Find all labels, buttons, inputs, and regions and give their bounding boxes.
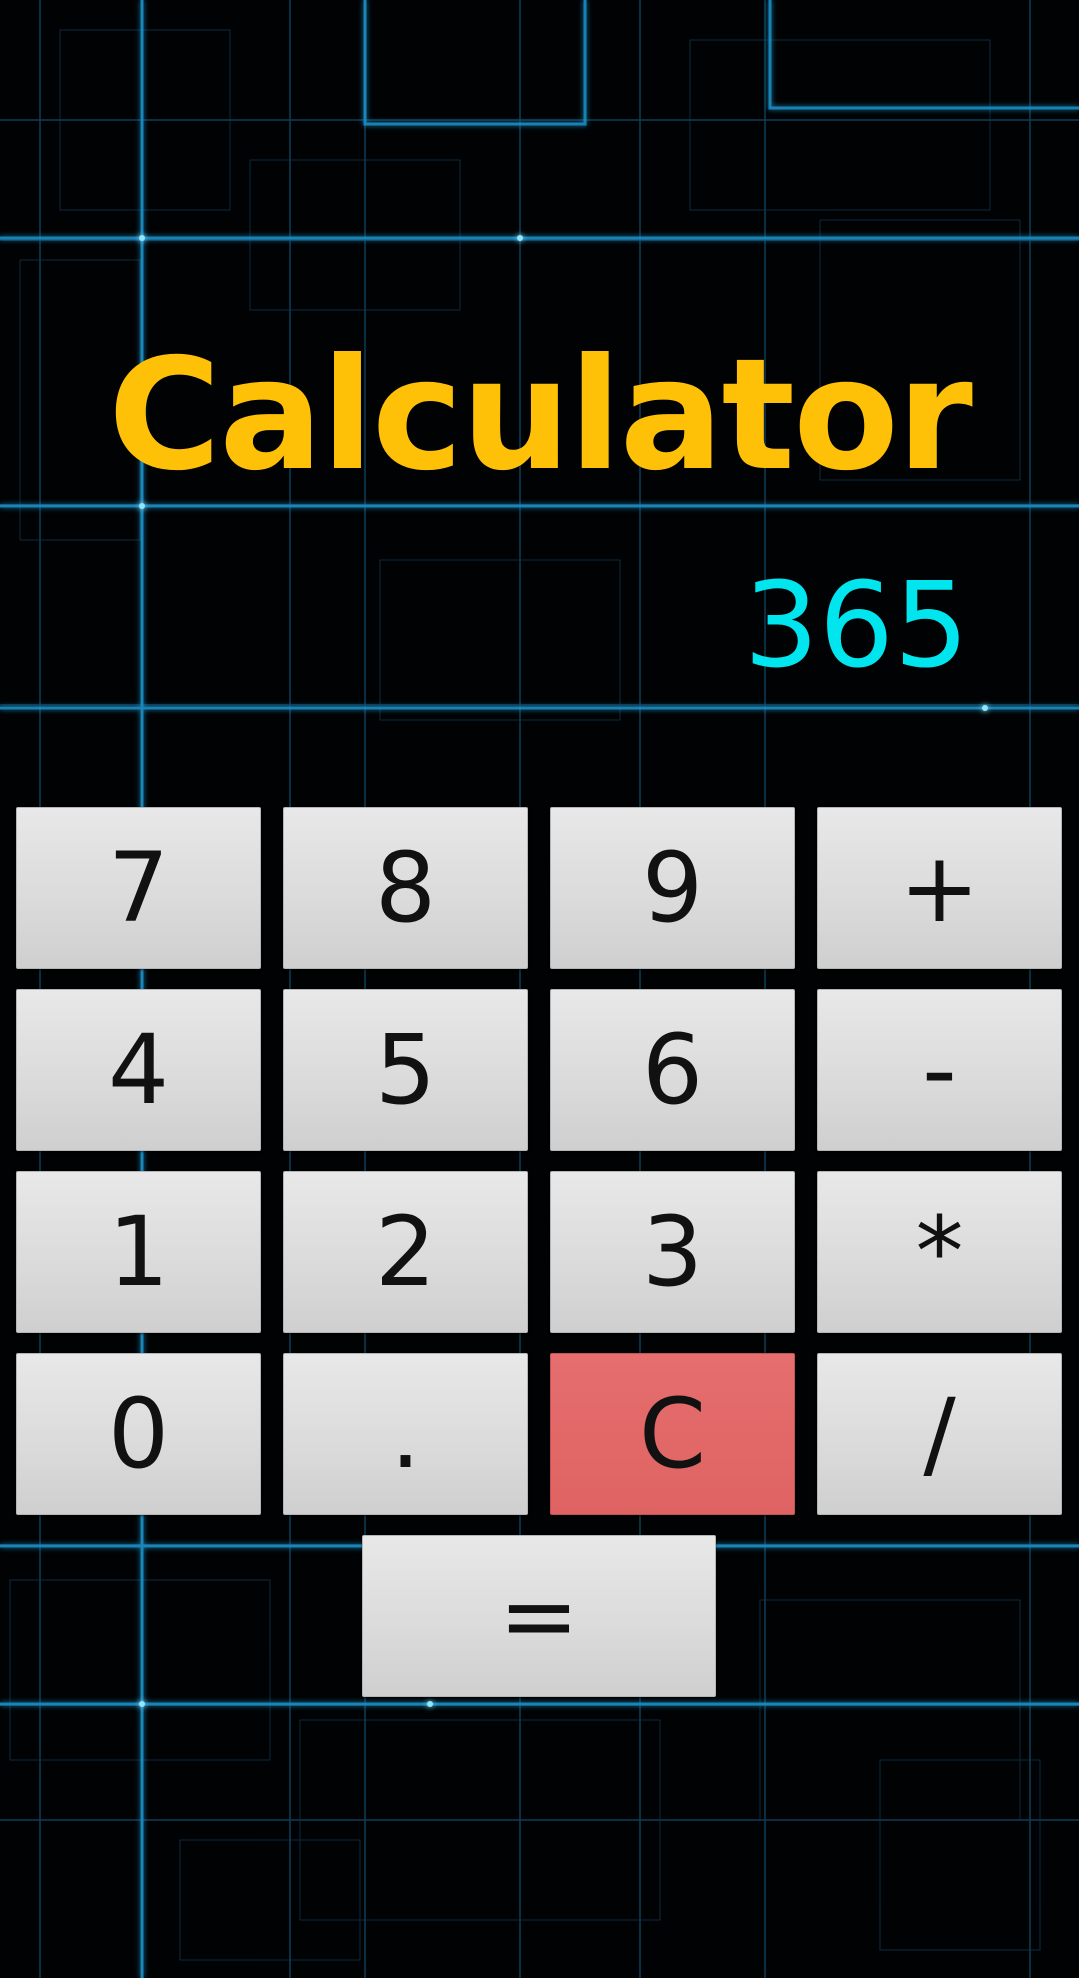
- key-label: 8: [374, 832, 437, 944]
- key-0[interactable]: 0: [16, 1353, 261, 1515]
- key-7[interactable]: 7: [16, 807, 261, 969]
- key-8[interactable]: 8: [283, 807, 528, 969]
- key-equals[interactable]: =: [362, 1535, 716, 1697]
- key-label: 2: [374, 1196, 437, 1308]
- key-label: 1: [107, 1196, 170, 1308]
- key-label: /: [923, 1378, 956, 1490]
- key-clear[interactable]: C: [550, 1353, 795, 1515]
- key-label: C: [638, 1378, 707, 1490]
- key-2[interactable]: 2: [283, 1171, 528, 1333]
- key-label: .: [390, 1378, 421, 1490]
- app-title: Calculator: [108, 326, 973, 505]
- key-label: -: [922, 1014, 957, 1126]
- key-plus[interactable]: +: [817, 807, 1062, 969]
- key-label: =: [498, 1560, 580, 1672]
- key-label: *: [915, 1196, 964, 1308]
- key-label: 5: [374, 1014, 437, 1126]
- calculator-display: 365: [743, 556, 969, 694]
- key-4[interactable]: 4: [16, 989, 261, 1151]
- key-6[interactable]: 6: [550, 989, 795, 1151]
- key-label: 4: [107, 1014, 170, 1126]
- key-minus[interactable]: -: [817, 989, 1062, 1151]
- key-label: 9: [641, 832, 704, 944]
- key-label: 3: [641, 1196, 704, 1308]
- key-multiply[interactable]: *: [817, 1171, 1062, 1333]
- key-divide[interactable]: /: [817, 1353, 1062, 1515]
- key-label: 0: [107, 1378, 170, 1490]
- key-9[interactable]: 9: [550, 807, 795, 969]
- key-5[interactable]: 5: [283, 989, 528, 1151]
- key-label: 7: [107, 832, 170, 944]
- key-3[interactable]: 3: [550, 1171, 795, 1333]
- key-1[interactable]: 1: [16, 1171, 261, 1333]
- key-label: +: [899, 832, 980, 944]
- key-label: 6: [641, 1014, 704, 1126]
- key-decimal[interactable]: .: [283, 1353, 528, 1515]
